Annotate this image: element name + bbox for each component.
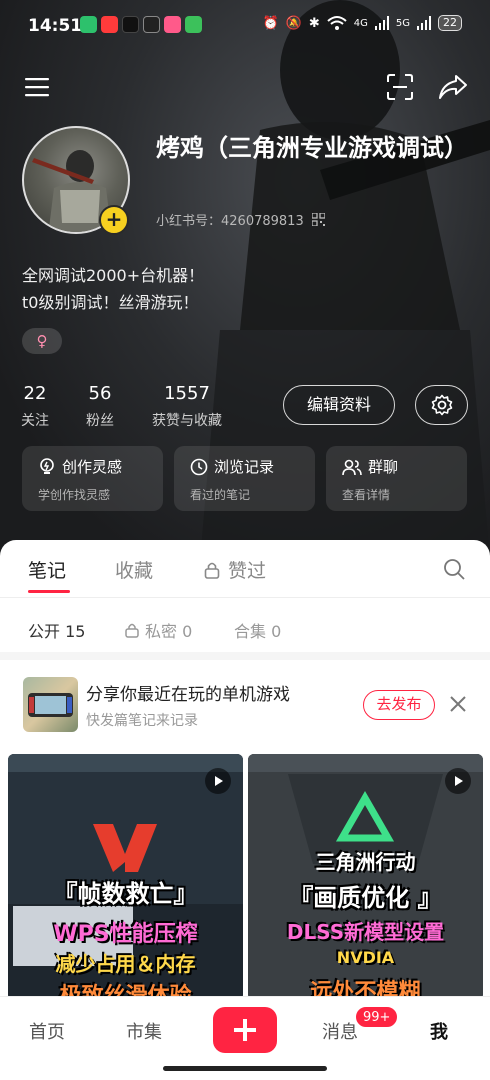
card-title: 群聊 (368, 458, 399, 476)
gender-female-icon: ♀ (22, 328, 62, 354)
wifi-icon (327, 16, 347, 30)
tab-collections[interactable]: 收藏 (115, 556, 153, 583)
stat-likes-collects[interactable]: 1557 获赞与收藏 (146, 383, 228, 430)
note-line: WPS性能压榨 (53, 922, 198, 947)
notification-app-icons (80, 16, 202, 33)
scan-icon (387, 74, 413, 100)
share-prompt-card[interactable]: 分享你最近在玩的单机游戏 快发篇笔记来记录 去发布 (8, 664, 482, 744)
nav-home[interactable]: 首页 (29, 1018, 65, 1044)
menu-button[interactable] (20, 70, 54, 104)
profile-bio: 全网调试2000+台机器！ t0级别调试！丝滑游玩！ (22, 262, 204, 316)
note-line: NVDIA (336, 948, 395, 967)
stat-following[interactable]: 22 关注 (20, 383, 50, 430)
create-post-button[interactable] (213, 1007, 277, 1053)
status-bar: 14:51 ⏰ 🔕 ✱ 4G 5G 22 (0, 0, 490, 52)
share-prompt-title: 分享你最近在玩的单机游戏 (86, 685, 290, 705)
filter-collections[interactable]: 合集 0 (234, 618, 281, 642)
card-subtitle: 学创作找灵感 (38, 488, 111, 502)
edit-profile-button[interactable]: 编辑资料 (283, 385, 395, 425)
content-tabs: 笔记 收藏 赞过 (0, 540, 490, 598)
filter-private-label: 私密 0 (145, 622, 193, 641)
publish-button[interactable]: 去发布 (363, 690, 435, 720)
active-tab-indicator (28, 590, 70, 593)
card-browse-history[interactable]: 浏览记录 看过的笔记 (174, 446, 315, 511)
signal-4g-label: 4G (353, 17, 368, 29)
home-indicator (163, 1066, 327, 1071)
messages-badge: 99+ (355, 1006, 399, 1028)
qrcode-icon (311, 213, 325, 226)
stat-number: 1557 (164, 383, 210, 404)
stat-label: 获赞与收藏 (152, 413, 222, 429)
card-creation-inspiration[interactable]: 创作灵感 学创作找灵感 (22, 446, 163, 511)
share-arrow-icon (439, 75, 467, 99)
stat-label: 粉丝 (86, 413, 114, 429)
note-line: 减少占用＆内存 (55, 952, 196, 976)
video-play-icon (205, 768, 231, 794)
stat-number: 56 (88, 383, 112, 404)
card-subtitle: 看过的笔记 (190, 488, 251, 502)
wechat-icon (80, 16, 97, 33)
share-button[interactable] (436, 70, 470, 104)
battery-indicator: 22 (438, 15, 462, 31)
filter-private[interactable]: 私密 0 (125, 618, 192, 642)
signal-5g-label: 5G (395, 17, 410, 29)
filter-public[interactable]: 公开 15 (28, 618, 85, 642)
video-play-icon (445, 768, 471, 794)
system-status-icons: ⏰ 🔕 ✱ 4G 5G 22 (262, 15, 462, 31)
gear-icon (431, 394, 452, 416)
tab-liked-label: 赞过 (228, 560, 267, 582)
card-title: 浏览记录 (214, 458, 275, 476)
stat-number: 22 (23, 383, 47, 404)
bio-line: t0级别调试！丝滑游玩！ (22, 293, 199, 312)
card-group-chat[interactable]: 群聊 查看详情 (326, 446, 467, 511)
plus-icon (234, 1019, 256, 1041)
lock-icon (125, 623, 139, 638)
section-divider (0, 652, 490, 660)
signal-bars-icon (374, 16, 389, 30)
share-thumbnail (23, 677, 78, 732)
tab-liked[interactable]: 赞过 (204, 556, 266, 583)
note-brand: 三角洲行动 (315, 850, 416, 874)
note-title: 『画质优化 』 (289, 884, 442, 912)
bulb-icon (40, 457, 54, 474)
mute-icon: 🔕 (285, 15, 302, 31)
note-card[interactable]: 三角洲行动 『画质优化 』 DLSS新模型设置 NVDIA 远处不模糊 (248, 754, 483, 1000)
app-notification-icon-2 (143, 16, 160, 33)
app-notification-icon (101, 16, 118, 33)
nav-messages[interactable]: 消息 (322, 1018, 358, 1044)
share-prompt-subtitle: 快发篇笔记来记录 (86, 713, 198, 729)
settings-button[interactable] (415, 385, 468, 425)
note-card[interactable]: 『帧数救亡』 WPS性能压榨 减少占用＆内存 极致丝滑体验 (8, 754, 243, 1000)
card-title: 创作灵感 (62, 458, 123, 476)
stat-label: 关注 (21, 413, 49, 429)
app-notification-icon-3 (164, 16, 181, 33)
profile-nickname: 烤鸡（三角洲专业游戏调试） (156, 134, 468, 162)
card-subtitle: 查看详情 (342, 488, 391, 502)
signal-bars-icon-2 (417, 16, 431, 30)
lock-icon (204, 562, 220, 579)
tiktok-icon (122, 16, 139, 33)
bio-line: 全网调试2000+台机器！ (22, 266, 205, 285)
video-app-icon (185, 16, 202, 33)
bluetooth-icon: ✱ (308, 15, 320, 31)
nav-market[interactable]: 市集 (126, 1018, 162, 1044)
avatar-add-badge[interactable]: + (99, 205, 129, 235)
alarm-icon: ⏰ (262, 15, 279, 31)
nav-me[interactable]: 我 (430, 1018, 448, 1044)
hamburger-icon (25, 78, 49, 97)
tab-notes[interactable]: 笔记 (28, 556, 66, 583)
note-title: 『帧数救亡』 (53, 880, 198, 908)
clock-icon (190, 458, 208, 475)
handheld-console-image (28, 693, 73, 717)
group-icon (342, 459, 362, 475)
status-time: 14:51 (28, 16, 83, 36)
red-id-row[interactable]: 小红书号：4260789813 (156, 210, 325, 229)
close-icon[interactable] (446, 692, 470, 716)
stat-followers[interactable]: 56 粉丝 (82, 383, 118, 430)
scan-button[interactable] (383, 70, 417, 104)
search-icon[interactable] (443, 558, 465, 580)
red-id-text: 小红书号：4260789813 (156, 214, 304, 229)
note-line: DLSS新模型设置 (286, 920, 445, 944)
